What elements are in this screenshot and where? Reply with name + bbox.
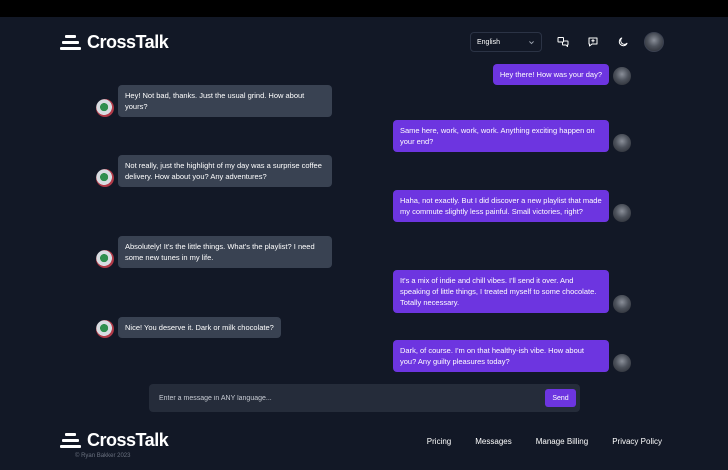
footer-link-messages[interactable]: Messages bbox=[475, 437, 511, 446]
message-bubble: Hey there! How was your day? bbox=[492, 64, 609, 85]
message-input[interactable] bbox=[159, 394, 519, 402]
message-incoming: Nice! You deserve it. Dark or milk choco… bbox=[96, 317, 281, 338]
user-avatar-small bbox=[613, 134, 631, 152]
send-button[interactable]: Send bbox=[545, 389, 576, 407]
message-composer: Send bbox=[149, 384, 580, 412]
message-bubble: Not really, just the highlight of my day… bbox=[118, 155, 332, 187]
contact-avatar bbox=[96, 320, 114, 338]
message-bubble: Haha, not exactly. But I did discover a … bbox=[393, 190, 609, 222]
message-outgoing: Haha, not exactly. But I did discover a … bbox=[393, 190, 631, 222]
message-bubble: Nice! You deserve it. Dark or milk choco… bbox=[118, 317, 281, 338]
contact-avatar bbox=[96, 250, 114, 268]
chat-thread: Hey there! How was your day? Hey! Not ba… bbox=[0, 0, 728, 380]
message-bubble: It's a mix of indie and chill vibes. I'l… bbox=[393, 270, 609, 313]
user-avatar-small bbox=[613, 204, 631, 222]
contact-avatar bbox=[96, 169, 114, 187]
message-incoming: Absolutely! It's the little things. What… bbox=[96, 236, 332, 268]
footer-logo[interactable]: CrossTalk bbox=[60, 430, 169, 451]
user-avatar-small bbox=[613, 295, 631, 313]
logo-icon bbox=[60, 433, 81, 448]
message-incoming: Hey! Not bad, thanks. Just the usual gri… bbox=[96, 85, 332, 117]
message-outgoing: It's a mix of indie and chill vibes. I'l… bbox=[393, 270, 631, 313]
message-incoming: Not really, just the highlight of my day… bbox=[96, 155, 332, 187]
message-outgoing: Hey there! How was your day? bbox=[492, 64, 631, 85]
footer-link-manage-billing[interactable]: Manage Billing bbox=[536, 437, 588, 446]
footer-link-privacy-policy[interactable]: Privacy Policy bbox=[612, 437, 662, 446]
user-avatar-small bbox=[613, 67, 631, 85]
footer-link-pricing[interactable]: Pricing bbox=[427, 437, 451, 446]
copyright: © Ryan Bakker 2023 bbox=[75, 453, 131, 459]
footer-nav: Pricing Messages Manage Billing Privacy … bbox=[427, 437, 662, 446]
footer-brand-name: CrossTalk bbox=[87, 430, 169, 450]
message-bubble: Hey! Not bad, thanks. Just the usual gri… bbox=[118, 85, 332, 117]
message-bubble: Absolutely! It's the little things. What… bbox=[118, 236, 332, 268]
contact-avatar bbox=[96, 99, 114, 117]
message-bubble: Same here, work, work, work. Anything ex… bbox=[393, 120, 609, 152]
message-bubble: Dark, of course. I'm on that healthy-ish… bbox=[393, 340, 609, 372]
message-outgoing: Dark, of course. I'm on that healthy-ish… bbox=[393, 340, 631, 372]
message-outgoing: Same here, work, work, work. Anything ex… bbox=[393, 120, 631, 152]
user-avatar-small bbox=[613, 354, 631, 372]
